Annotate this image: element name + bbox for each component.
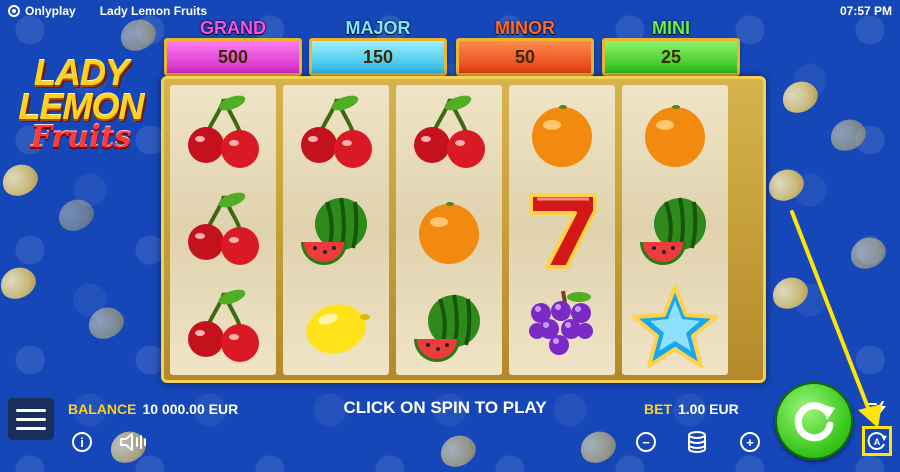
lemon-decor-icon [575, 425, 621, 469]
reel [396, 85, 502, 375]
lemon-decor-icon [763, 163, 809, 207]
jackpot-label: MINI [652, 18, 690, 38]
balance-label: BALANCE [68, 401, 137, 417]
symbol-watermelon [283, 182, 389, 278]
info-icon[interactable]: i [72, 432, 92, 452]
jackpot-value: 25 [602, 38, 740, 76]
logo-line-1: LADY [34, 52, 129, 93]
symbol-star [622, 279, 728, 375]
top-bar: Onlyplay Lady Lemon Fruits 07:57 PM [0, 0, 900, 22]
symbol-orange [622, 85, 728, 181]
lemon-decor-icon [845, 231, 891, 275]
jackpot-major: MAJOR 150 [309, 18, 447, 76]
autoplay-icon: A [867, 432, 887, 450]
symbol-cherry [170, 279, 276, 375]
bet-value: 1.00 EUR [678, 401, 739, 417]
reel [283, 85, 389, 375]
jackpot-value: 500 [164, 38, 302, 76]
jackpot-mini: MINI 25 [602, 18, 740, 76]
jackpot-value: 150 [309, 38, 447, 76]
spin-button[interactable] [775, 382, 853, 460]
symbol-cherry [283, 85, 389, 181]
coins-icon[interactable] [686, 430, 708, 454]
symbol-cherry [170, 85, 276, 181]
balance-display: BALANCE 10 000.00 EUR [68, 401, 238, 417]
symbol-watermelon [622, 182, 728, 278]
jackpot-label: MAJOR [345, 18, 411, 38]
onlyplay-logo-icon [8, 5, 20, 17]
reel [622, 85, 728, 375]
autoplay-label: A [874, 437, 881, 447]
balance-value: 10 000.00 EUR [142, 401, 239, 417]
jackpot-minor: MINOR 50 [456, 18, 594, 76]
symbol-grapes [509, 279, 615, 375]
symbol-seven [509, 182, 615, 278]
logo-line-3: Fruits [30, 120, 132, 156]
menu-bar [16, 426, 46, 430]
lemon-decor-icon [83, 301, 129, 345]
jackpot-label: GRAND [200, 18, 266, 38]
lemon-decor-icon [53, 193, 99, 237]
symbol-watermelon [396, 279, 502, 375]
jackpot-value: 50 [456, 38, 594, 76]
game-logo: LADY LEMON Fruits [6, 52, 156, 156]
lemon-decor-icon [435, 429, 481, 472]
lemon-decor-icon [0, 261, 41, 305]
autoplay-button[interactable]: A [862, 426, 892, 456]
clock: 07:57 PM [839, 4, 892, 18]
turbo-icon[interactable] [866, 400, 888, 416]
game-title: Lady Lemon Fruits [99, 4, 208, 18]
bet-label: BET [644, 401, 672, 417]
bet-display: BET 1.00 EUR [644, 401, 739, 417]
sound-icon[interactable] [118, 431, 148, 453]
plus-icon[interactable]: + [740, 432, 760, 452]
symbol-lemon [283, 279, 389, 375]
reel-grid [161, 76, 766, 383]
reel [170, 85, 276, 375]
jackpot-label: MINOR [495, 18, 555, 38]
spin-message: CLICK ON SPIN TO PLAY [343, 398, 547, 417]
brand-name: Onlyplay [25, 4, 76, 18]
lemon-decor-icon [825, 113, 871, 157]
symbol-orange [396, 182, 502, 278]
reel [509, 85, 615, 375]
symbol-cherry [170, 182, 276, 278]
minus-icon[interactable]: − [636, 432, 656, 452]
symbol-orange [509, 85, 615, 181]
menu-button[interactable] [8, 398, 54, 440]
logo-line-2: LEMON [18, 86, 145, 128]
lemon-decor-icon [767, 271, 813, 315]
menu-bar [16, 417, 46, 421]
lemon-decor-icon [777, 75, 823, 119]
symbol-cherry [396, 85, 502, 181]
menu-bar [16, 408, 46, 412]
jackpot-grand: GRAND 500 [164, 18, 302, 76]
brand: Onlyplay [8, 4, 76, 18]
spin-arrow-icon [794, 402, 835, 442]
lemon-decor-icon [0, 158, 43, 202]
